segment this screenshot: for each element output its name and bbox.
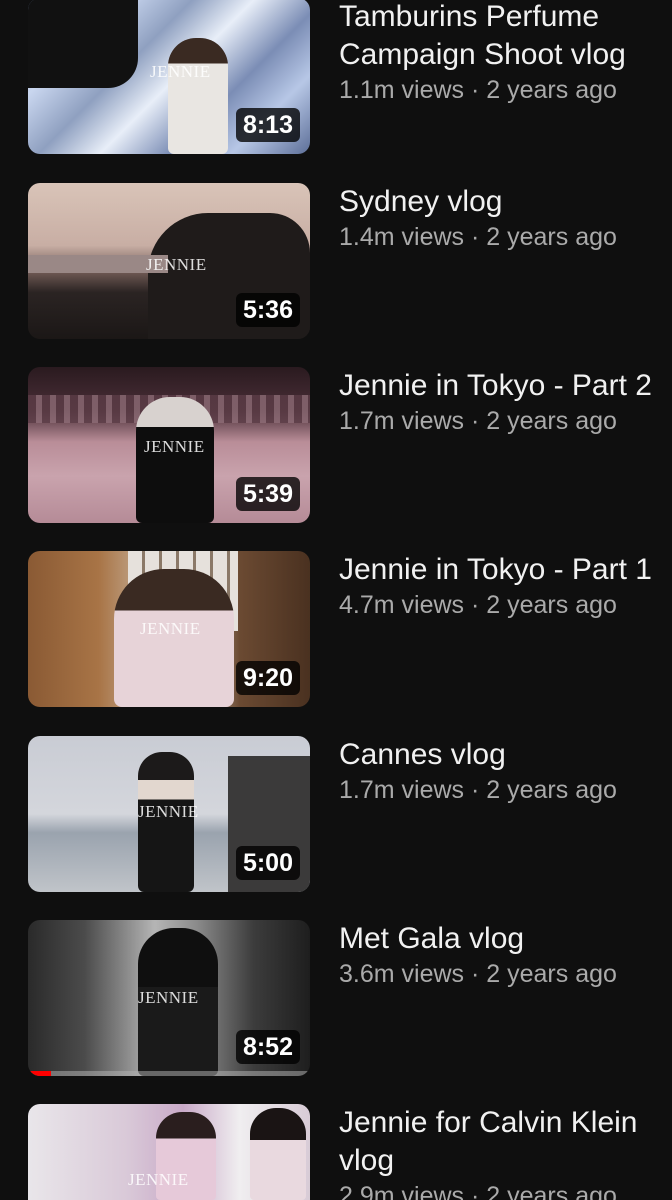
video-views: 1.1m views	[339, 76, 465, 104]
video-stats: 1.4m views · 2 years ago	[339, 221, 672, 253]
thumbnail-person	[138, 752, 194, 892]
video-duration: 9:20	[235, 661, 300, 695]
video-stats: 4.7m views · 2 years ago	[339, 589, 672, 621]
video-age: 2 years ago	[486, 223, 617, 251]
thumbnail-watermark: JENNIE	[146, 255, 207, 274]
video-thumbnail[interactable]: JENNIE 8:13	[28, 0, 310, 154]
video-thumbnail[interactable]: JENNIE 5:00	[28, 736, 310, 892]
video-views: 1.7m views	[339, 776, 465, 804]
video-duration: 5:00	[235, 846, 300, 880]
thumbnail-watermark: JENNIE	[128, 1170, 189, 1189]
video-item[interactable]: JENNIE 5:00 Cannes vlog 1.7m views · 2 y…	[0, 736, 672, 892]
video-age: 2 years ago	[486, 76, 617, 104]
video-views: 1.4m views	[339, 223, 465, 251]
video-thumbnail[interactable]: JENNIE 9:20	[28, 551, 310, 707]
video-stats: 1.7m views · 2 years ago	[339, 774, 672, 806]
video-item[interactable]: JENNIE 8:52 Met Gala vlog 3.6m views · 2…	[0, 920, 672, 1076]
thumbnail-person-right	[250, 1108, 306, 1200]
video-views: 4.7m views	[339, 591, 465, 619]
video-duration: 8:13	[235, 108, 300, 142]
thumbnail-person	[168, 38, 228, 154]
video-meta[interactable]: Jennie for Calvin Klein vlog 2.9m views …	[339, 1104, 672, 1200]
stats-separator: ·	[464, 960, 487, 988]
video-title[interactable]: Cannes vlog	[339, 736, 672, 774]
video-age: 2 years ago	[486, 960, 617, 988]
video-stats: 1.7m views · 2 years ago	[339, 405, 672, 437]
thumbnail-person	[136, 397, 214, 523]
stats-separator: ·	[464, 1182, 487, 1200]
thumbnail-camera-rig	[28, 0, 138, 88]
thumbnail-watermark: JENNIE	[138, 802, 199, 821]
video-thumbnail[interactable]: JENNIE 5:39	[28, 367, 310, 523]
video-thumbnail[interactable]: JENNIE	[28, 1104, 310, 1200]
video-age: 2 years ago	[486, 776, 617, 804]
thumbnail-watermark: JENNIE	[138, 988, 199, 1007]
stats-separator: ·	[464, 407, 487, 435]
video-item[interactable]: JENNIE Jennie for Calvin Klein vlog 2.9m…	[0, 1104, 672, 1200]
video-stats: 3.6m views · 2 years ago	[339, 958, 672, 990]
video-views: 2.9m views	[339, 1182, 465, 1200]
stats-separator: ·	[464, 591, 487, 619]
video-title[interactable]: Tamburins Perfume Campaign Shoot vlog	[339, 0, 659, 74]
thumbnail-watermark: JENNIE	[144, 437, 205, 456]
video-duration: 5:36	[235, 293, 300, 327]
video-meta[interactable]: Cannes vlog 1.7m views · 2 years ago	[339, 736, 672, 806]
thumbnail-watermark: JENNIE	[140, 619, 201, 638]
video-title[interactable]: Jennie in Tokyo - Part 1	[339, 551, 672, 589]
stats-separator: ·	[464, 223, 487, 251]
video-thumbnail[interactable]: JENNIE 5:36	[28, 183, 310, 339]
video-meta[interactable]: Met Gala vlog 3.6m views · 2 years ago	[339, 920, 672, 990]
video-meta[interactable]: Tamburins Perfume Campaign Shoot vlog 1.…	[339, 0, 672, 106]
video-stats: 1.1m views · 2 years ago	[339, 74, 672, 106]
video-age: 2 years ago	[486, 407, 617, 435]
watch-progress-bar	[28, 1071, 51, 1076]
video-item[interactable]: JENNIE 8:13 Tamburins Perfume Campaign S…	[0, 0, 672, 154]
video-duration: 8:52	[235, 1030, 300, 1064]
video-thumbnail[interactable]: JENNIE 8:52	[28, 920, 310, 1076]
video-views: 3.6m views	[339, 960, 465, 988]
thumbnail-watermark: JENNIE	[150, 62, 211, 81]
video-age: 2 years ago	[486, 1182, 617, 1200]
stats-separator: ·	[464, 76, 487, 104]
watch-progress-track	[28, 1071, 310, 1076]
video-title[interactable]: Jennie for Calvin Klein vlog	[339, 1104, 669, 1180]
video-stats: 2.9m views · 2 years ago	[339, 1180, 672, 1200]
video-item[interactable]: JENNIE 5:36 Sydney vlog 1.4m views · 2 y…	[0, 183, 672, 339]
video-item[interactable]: JENNIE 5:39 Jennie in Tokyo - Part 2 1.7…	[0, 367, 672, 523]
video-meta[interactable]: Jennie in Tokyo - Part 1 4.7m views · 2 …	[339, 551, 672, 621]
video-views: 1.7m views	[339, 407, 465, 435]
video-meta[interactable]: Sydney vlog 1.4m views · 2 years ago	[339, 183, 672, 253]
video-meta[interactable]: Jennie in Tokyo - Part 2 1.7m views · 2 …	[339, 367, 672, 437]
stats-separator: ·	[464, 776, 487, 804]
video-title[interactable]: Met Gala vlog	[339, 920, 672, 958]
video-item[interactable]: JENNIE 9:20 Jennie in Tokyo - Part 1 4.7…	[0, 551, 672, 707]
video-age: 2 years ago	[486, 591, 617, 619]
video-title[interactable]: Sydney vlog	[339, 183, 672, 221]
video-duration: 5:39	[235, 477, 300, 511]
video-title[interactable]: Jennie in Tokyo - Part 2	[339, 367, 672, 405]
